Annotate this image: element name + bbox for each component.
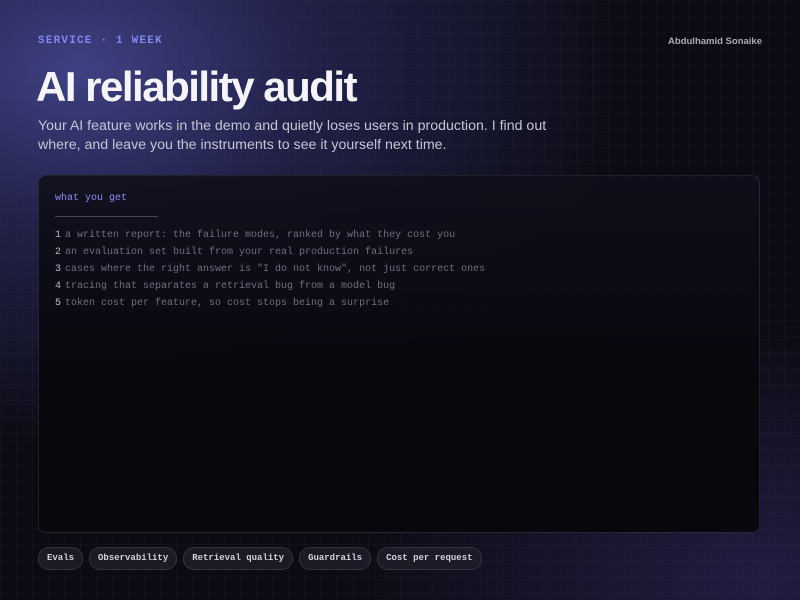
item-number: 5 [55,298,62,309]
list-item: 1a written report: the failure modes, ra… [55,227,743,244]
author-name: Abdulhamid Sonaike [668,36,762,47]
list-item: 2 an evaluation set built from your real … [55,244,743,261]
tag-observability: Observability [89,547,178,570]
service-eyebrow: SERVICE · 1 WEEK [38,35,163,47]
item-text: an evaluation set built from your real p… [65,247,414,258]
tag-list: Evals Observability Retrieval quality Gu… [38,547,482,570]
tag-evals: Evals [38,547,84,570]
deliverables-list: 1a written report: the failure modes, ra… [55,227,743,312]
item-text: token cost per feature, so cost stops be… [65,298,390,309]
panel-heading: what you get [55,193,128,204]
item-text: cases where the right answer is "I do no… [65,264,486,275]
item-number: 1 [55,230,62,241]
page-subtitle: Your AI feature works in the demo and qu… [38,118,547,153]
list-item: 4 tracing that separates a retrieval bug … [55,278,743,295]
item-number: 4 [55,281,62,292]
tag-cost-per-request: Cost per request [377,547,482,570]
item-text: a written report: the failure modes, ran… [65,230,456,241]
deliverables-panel: what you get 1a written report: the fail… [38,175,760,533]
tag-guardrails: Guardrails [299,547,372,570]
panel-divider [55,216,158,217]
item-text: tracing that separates a retrieval bug f… [65,281,396,292]
page-title: AI reliability audit [36,63,358,110]
list-item: 5 token cost per feature, so cost stops b… [55,295,743,312]
item-number: 3 [55,264,62,275]
list-item: 3 cases where the right answer is "I do n… [55,261,743,278]
item-number: 2 [55,247,62,258]
tag-retrieval-quality: Retrieval quality [183,547,294,570]
